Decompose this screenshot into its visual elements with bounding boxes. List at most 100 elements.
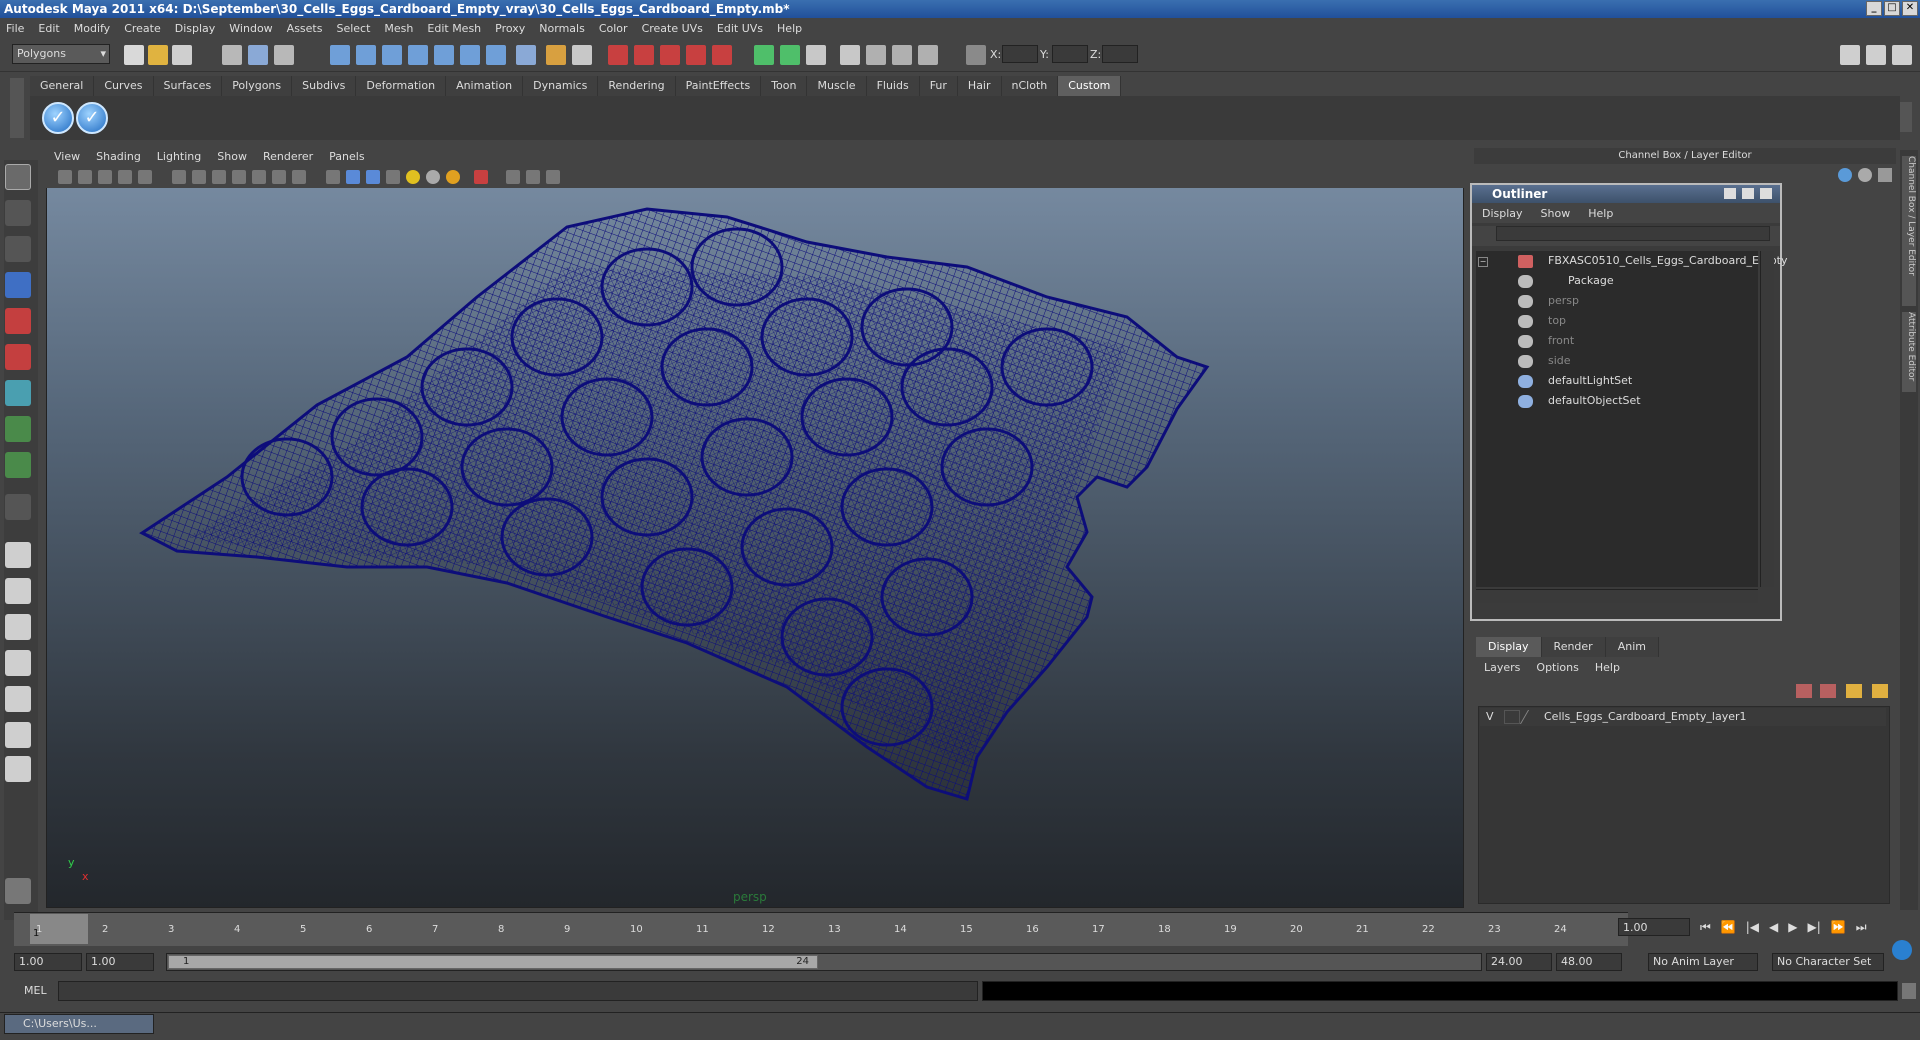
maximize-button[interactable]: □	[1884, 1, 1900, 16]
menu-set-dropdown[interactable]: Polygons ▾	[12, 44, 110, 64]
snap-live-icon[interactable]	[434, 45, 454, 65]
wireframe-on-shaded-icon[interactable]	[366, 170, 380, 184]
menu-modify[interactable]: Modify	[74, 22, 110, 35]
shelf-check-button-2[interactable]: ✓	[76, 102, 108, 134]
tab-fluids[interactable]: Fluids	[866, 76, 920, 96]
tab-painteffects[interactable]: PaintEffects	[675, 76, 762, 96]
four-view-layout-icon[interactable]	[5, 578, 31, 604]
menu-create-uvs[interactable]: Create UVs	[642, 22, 703, 35]
channel-box-settings-icon[interactable]	[1858, 168, 1872, 182]
layer-type-toggle[interactable]	[1504, 710, 1520, 724]
menu-proxy[interactable]: Proxy	[495, 22, 525, 35]
go-to-end-icon[interactable]: ⏭	[1856, 920, 1867, 935]
select-camera-icon[interactable]	[58, 170, 72, 184]
tab-polygons[interactable]: Polygons	[222, 76, 293, 96]
menu-select[interactable]: Select	[336, 22, 370, 35]
outliner-titlebar[interactable]: Outliner	[1472, 185, 1780, 203]
step-forward-frame-icon[interactable]: ▶|	[1808, 920, 1821, 935]
film-gate-icon[interactable]	[192, 170, 206, 184]
command-input[interactable]	[58, 981, 978, 1001]
smooth-shade-icon[interactable]	[346, 170, 360, 184]
shelf-check-button-1[interactable]: ✓	[42, 102, 74, 134]
render-view-icon[interactable]	[712, 45, 732, 65]
select-hierarchy-icon[interactable]	[222, 45, 242, 65]
menu-window[interactable]: Window	[229, 22, 272, 35]
menu-help[interactable]: Help	[777, 22, 802, 35]
go-to-start-icon[interactable]: ⏮	[1700, 920, 1711, 935]
new-scene-icon[interactable]	[124, 45, 144, 65]
snap-grid-icon[interactable]	[330, 45, 350, 65]
outliner-layout-icon[interactable]	[5, 614, 31, 640]
time-slider[interactable]	[14, 912, 1628, 946]
outliner-item[interactable]: front	[1548, 331, 1574, 351]
graph-editor-layout-icon[interactable]	[5, 756, 31, 782]
outliner-filter-input[interactable]	[1496, 226, 1770, 241]
tab-curves[interactable]: Curves	[94, 76, 154, 96]
viewport-menu-show[interactable]: Show	[217, 150, 247, 163]
shelf-menu-handle[interactable]	[10, 78, 24, 138]
layer-row[interactable]: V Cells_Eggs_Cardboard_Empty_layer1	[1480, 708, 1886, 726]
step-back-key-icon[interactable]: ⏪	[1721, 920, 1736, 935]
current-frame-field[interactable]: 1.00	[1618, 918, 1690, 936]
scale-tool-icon[interactable]	[5, 344, 31, 370]
animation-end-field[interactable]: 48.00	[1556, 953, 1622, 971]
isolate-select-icon[interactable]	[474, 170, 488, 184]
outliner-item[interactable]: FBXASC0510_Cells_Eggs_Cardboard_Empty	[1548, 251, 1788, 271]
layer-menu-layers[interactable]: Layers	[1484, 661, 1520, 674]
tab-subdivs[interactable]: Subdivs	[292, 76, 357, 96]
character-set-dropdown[interactable]: No Character Set	[1772, 953, 1884, 971]
layer-menu-options[interactable]: Options	[1536, 661, 1578, 674]
outliner-menu-help[interactable]: Help	[1588, 207, 1613, 220]
camera-icon[interactable]	[840, 45, 860, 65]
shelf-scroll[interactable]	[1900, 102, 1912, 132]
tab-dynamics[interactable]: Dynamics	[523, 76, 599, 96]
tab-fur[interactable]: Fur	[919, 76, 958, 96]
viewport-3d[interactable]	[46, 146, 1464, 908]
menu-edit[interactable]: Edit	[38, 22, 59, 35]
viewport-menu-shading[interactable]: Shading	[96, 150, 141, 163]
select-object-icon[interactable]	[248, 45, 268, 65]
lasso-tool-icon[interactable]	[5, 200, 31, 226]
step-forward-key-icon[interactable]: ⏩	[1831, 920, 1846, 935]
menu-color[interactable]: Color	[599, 22, 628, 35]
command-language-label[interactable]: MEL	[24, 984, 47, 997]
safe-title-icon[interactable]	[292, 170, 306, 184]
menu-file[interactable]: File	[6, 22, 24, 35]
anim-layer-dropdown[interactable]: No Anim Layer	[1648, 953, 1758, 971]
tab-custom[interactable]: Custom	[1058, 76, 1122, 96]
viewport-menu-view[interactable]: View	[54, 150, 80, 163]
history-icon[interactable]	[460, 45, 480, 65]
side-tab-channel-box[interactable]: Channel Box / Layer Editor	[1902, 156, 1916, 306]
auto-key-icon[interactable]	[1892, 940, 1912, 960]
high-quality-icon[interactable]	[446, 170, 460, 184]
hypershade-layout-icon[interactable]	[5, 686, 31, 712]
outliner-maximize-button[interactable]	[1742, 188, 1754, 199]
lock-icon[interactable]	[546, 45, 566, 65]
collapse-toggle[interactable]: −	[1478, 257, 1488, 267]
single-view-layout-icon[interactable]	[5, 542, 31, 568]
animation-start-field[interactable]: 1.00	[14, 953, 82, 971]
construction-icon[interactable]	[486, 45, 506, 65]
resolution-gate-icon[interactable]	[212, 170, 226, 184]
select-faces-icon[interactable]	[780, 45, 800, 65]
tab-display[interactable]: Display	[1476, 637, 1542, 657]
minimized-window[interactable]: C:\Users\Us...	[4, 1014, 154, 1034]
outliner-item[interactable]: defaultObjectSet	[1548, 391, 1641, 411]
step-back-frame-icon[interactable]: |◀	[1746, 920, 1759, 935]
show-hide-panels-icon[interactable]	[1840, 45, 1860, 65]
viewport-menu-renderer[interactable]: Renderer	[263, 150, 313, 163]
help-icon[interactable]	[516, 45, 536, 65]
use-lights-icon[interactable]	[406, 170, 420, 184]
y-input[interactable]	[1052, 45, 1088, 63]
outliner-item[interactable]: Package	[1568, 271, 1614, 291]
layer-down-icon[interactable]	[1872, 684, 1888, 698]
outliner-item[interactable]: side	[1548, 351, 1571, 371]
play-forwards-icon[interactable]: ▶	[1788, 920, 1797, 935]
xray-joints-icon[interactable]	[526, 170, 540, 184]
channel-box-pin-icon[interactable]	[1878, 168, 1892, 182]
outliner-horizontal-scrollbar[interactable]	[1476, 589, 1758, 603]
menu-normals[interactable]: Normals	[539, 22, 585, 35]
close-button[interactable]: ✕	[1902, 1, 1918, 16]
channel-box-icon[interactable]	[1838, 168, 1852, 182]
xray-icon[interactable]	[506, 170, 520, 184]
